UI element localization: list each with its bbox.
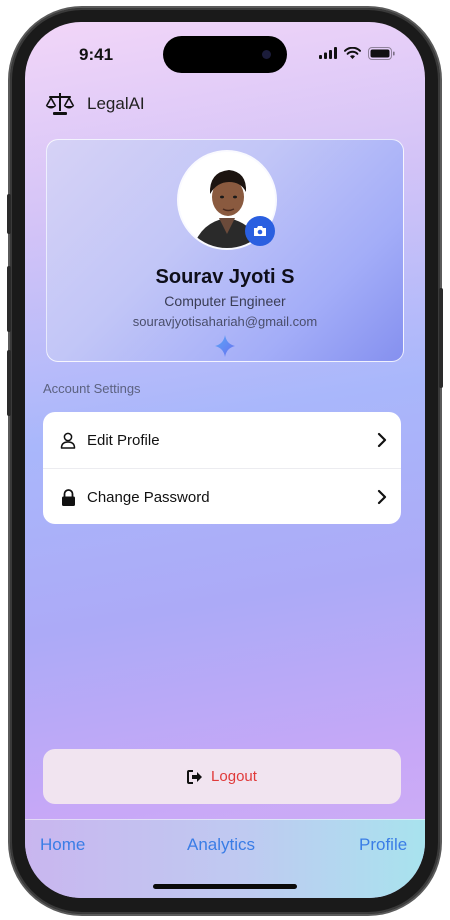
- status-time: 9:41: [79, 45, 114, 64]
- tab-analytics[interactable]: Analytics: [187, 835, 255, 855]
- dynamic-island: [163, 36, 287, 73]
- power-button: [439, 288, 443, 388]
- chevron-right-icon: [377, 489, 387, 505]
- account-settings-label: Account Settings: [43, 381, 141, 396]
- app-title: LegalAI: [87, 94, 145, 113]
- app-header: LegalAI: [45, 92, 145, 116]
- user-name: Sourav Jyoti S: [155, 266, 295, 288]
- account-settings-card: Edit Profile Change Password: [43, 412, 401, 524]
- tab-profile[interactable]: Profile: [359, 835, 407, 855]
- logout-button[interactable]: Logout: [43, 749, 401, 804]
- home-indicator[interactable]: [153, 884, 297, 889]
- action-button: [7, 194, 11, 234]
- app-screen: 9:41 LegalAI Sourav Jyoti S Computer Eng…: [25, 22, 425, 898]
- volume-down-button: [7, 350, 11, 416]
- logout-label: Logout: [211, 768, 257, 785]
- avatar-container: [179, 152, 275, 248]
- status-icons: [319, 46, 395, 60]
- user-icon: [59, 431, 77, 449]
- camera-icon: [254, 226, 266, 236]
- chevron-right-icon: [377, 432, 387, 448]
- camera-lens: [262, 50, 271, 59]
- change-password-row[interactable]: Change Password: [43, 468, 401, 524]
- signal-icon: [319, 47, 337, 59]
- user-role: Computer Engineer: [164, 293, 286, 309]
- profile-card: Sourav Jyoti S Computer Engineer souravj…: [46, 139, 404, 362]
- sparkle-icon: [215, 335, 235, 357]
- scales-icon: [45, 93, 75, 115]
- status-bar: 9:41: [25, 22, 425, 78]
- battery-icon: [368, 46, 395, 60]
- lock-icon: [59, 488, 77, 506]
- tab-home[interactable]: Home: [40, 835, 85, 855]
- change-password-label: Change Password: [87, 488, 210, 506]
- edit-profile-row[interactable]: Edit Profile: [43, 412, 401, 468]
- sign-out-icon: [187, 769, 203, 784]
- change-photo-button[interactable]: [245, 216, 275, 246]
- edit-profile-label: Edit Profile: [87, 431, 160, 449]
- wifi-icon: [344, 47, 361, 59]
- user-email: souravjyotisahariah@gmail.com: [132, 314, 318, 329]
- volume-up-button: [7, 266, 11, 332]
